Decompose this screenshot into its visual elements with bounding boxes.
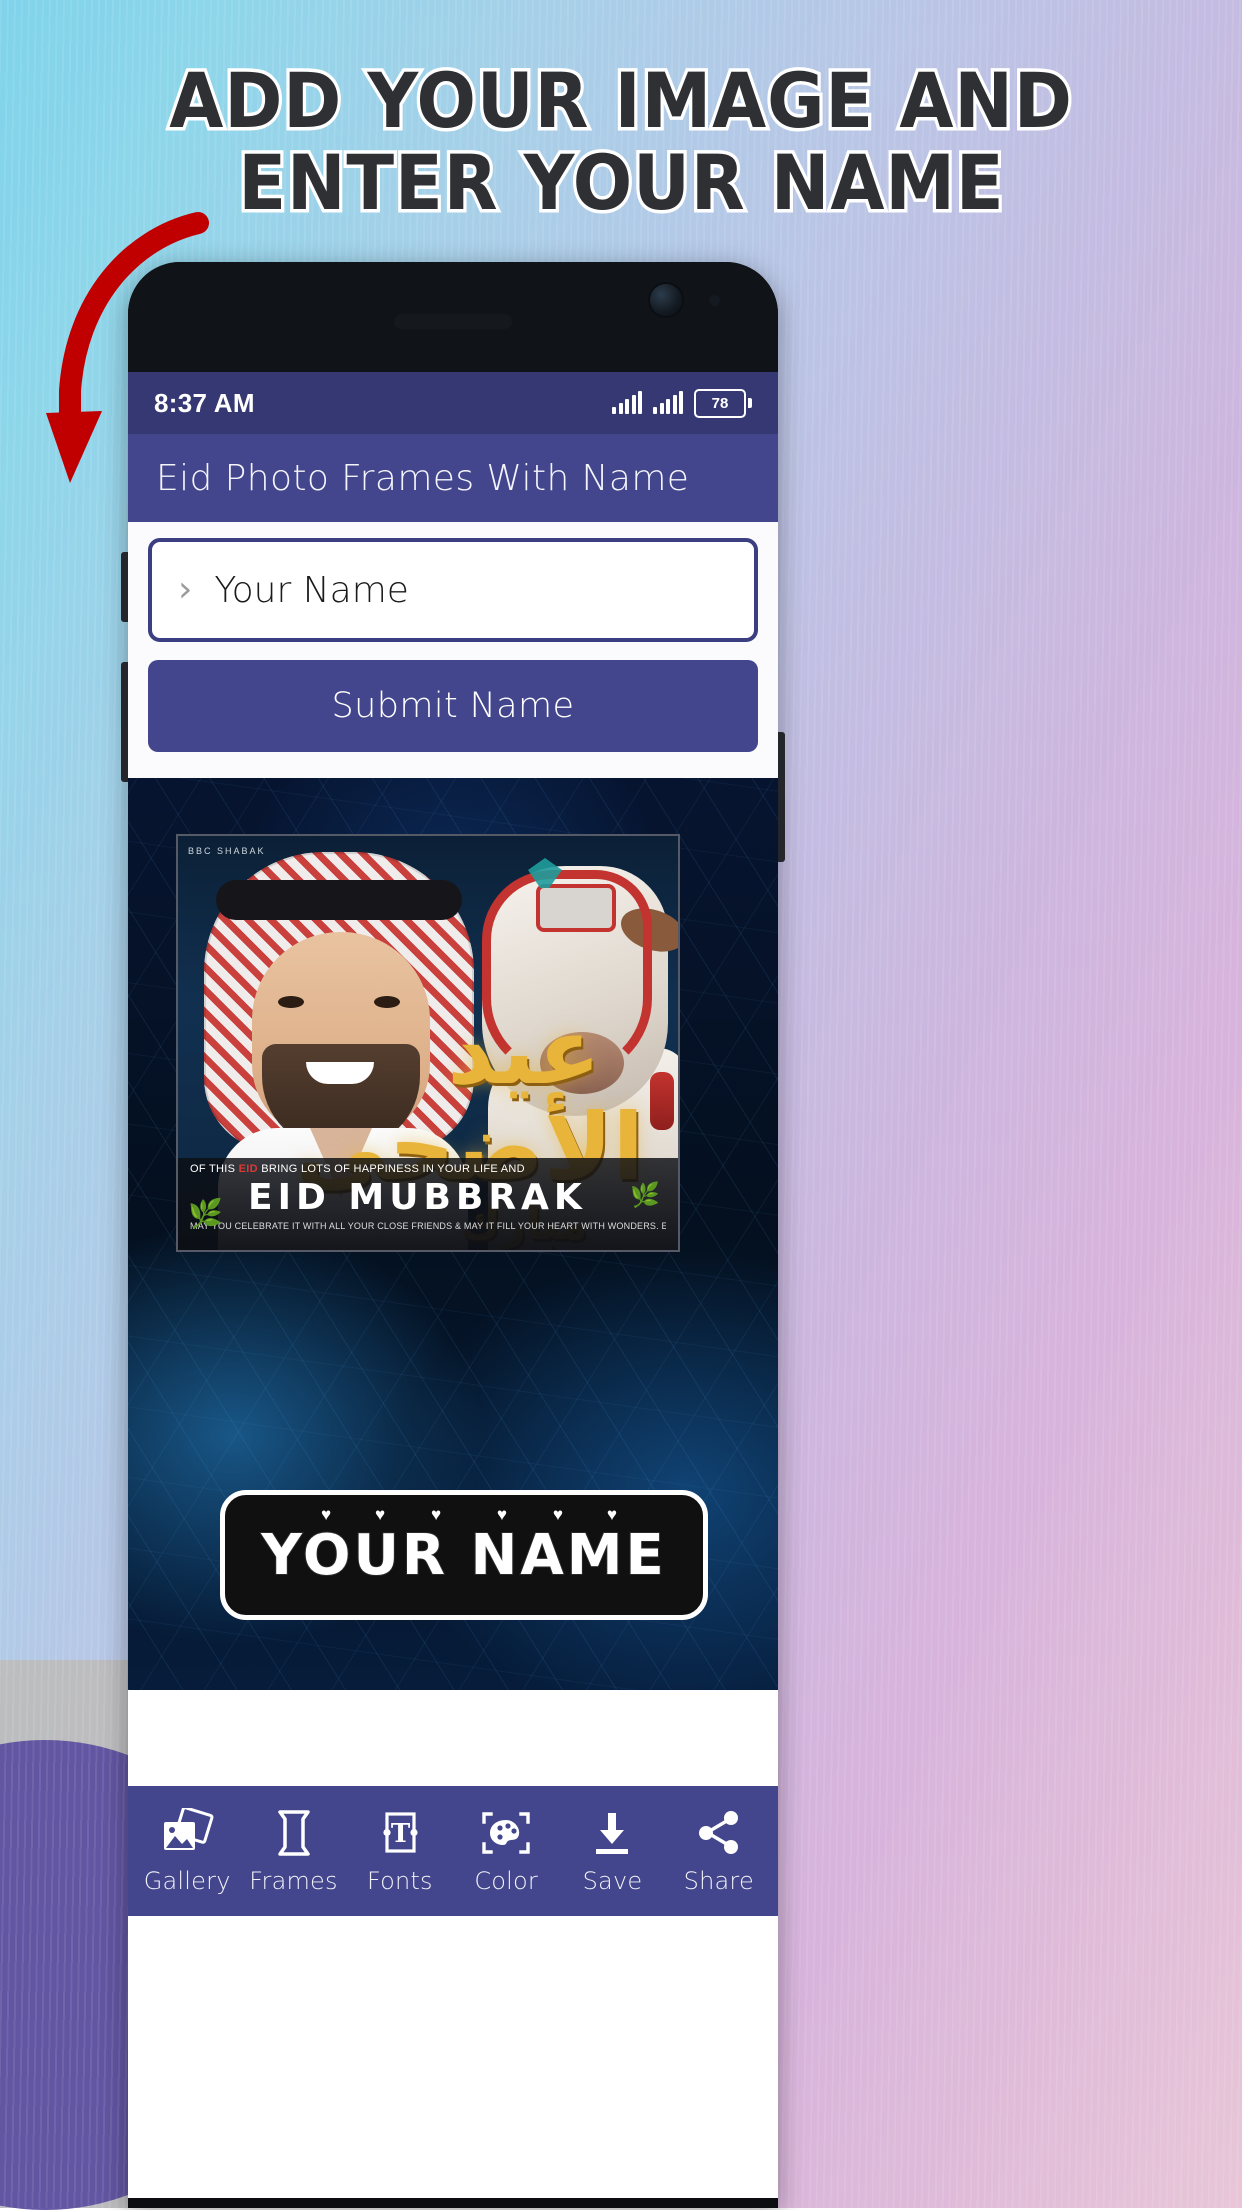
front-camera-icon	[650, 284, 682, 316]
battery-nub	[748, 398, 752, 408]
eid-banner-main-text: EID MUBBRAK	[248, 1177, 587, 1218]
eid-banner-top-line: OF THIS EID BRING LOTS OF HAPPINESS IN Y…	[190, 1163, 666, 1175]
wheat-icon-right: 🌿	[630, 1182, 660, 1209]
frame-photo: BBC SHABAK عيد الأضحى مبارك 🌿 🌿 OF THIS …	[178, 836, 678, 1250]
heart-icon: ♥	[375, 1505, 386, 1524]
toolbar-label-gallery: Gallery	[143, 1866, 231, 1895]
phone-screen: 8:37 AM 78 Eid Photo Frames With Name › …	[128, 372, 778, 2208]
toolbar-label-save: Save	[582, 1866, 643, 1895]
toolbar-label-fonts: Fonts	[366, 1866, 433, 1895]
battery-level-label: 78	[694, 388, 746, 418]
frame-watermark-logo: BBC SHABAK	[188, 846, 266, 856]
eid-top-suffix: BRING LOTS OF HAPPINESS IN YOUR LIFE AND	[257, 1163, 525, 1175]
promo-headline-line2-text: ENTER YOUR NAME	[235, 136, 1007, 229]
heart-icon: ♥	[552, 1505, 563, 1524]
palette-icon	[478, 1808, 534, 1858]
man-eye-right	[374, 996, 400, 1008]
name-plate-text: YOUR NAME	[260, 1522, 667, 1589]
download-icon	[584, 1808, 640, 1858]
man-eye-left	[278, 996, 304, 1008]
phone-brand-pill	[394, 314, 512, 329]
eid-banner-sub-text: MAY YOU CELEBRATE IT WITH ALL YOUR CLOSE…	[190, 1221, 666, 1231]
signal-bars-icon-2	[653, 391, 683, 414]
heart-icon: ♥	[431, 1505, 442, 1524]
name-input-field[interactable]: ›	[148, 538, 758, 642]
curved-arrow-icon	[46, 212, 209, 483]
home-indicator	[128, 2198, 778, 2208]
chevron-right-icon: ›	[178, 569, 193, 610]
signal-bars-icon	[612, 391, 642, 414]
eid-top-highlight: EID	[238, 1163, 258, 1175]
cow-tassel	[650, 1072, 674, 1130]
phone-button-power	[777, 732, 785, 862]
photo-frame-card[interactable]: BBC SHABAK عيد الأضحى مبارك 🌿 🌿 OF THIS …	[176, 834, 680, 1252]
toolbar-label-share: Share	[683, 1866, 754, 1895]
proximity-sensor-icon	[709, 295, 720, 306]
heart-icon: ♥	[496, 1505, 507, 1524]
share-nodes-icon	[691, 1808, 747, 1858]
man-agal	[216, 880, 462, 920]
toolbar-item-gallery[interactable]: Gallery	[134, 1805, 240, 1895]
toolbar-label-color: Color	[474, 1866, 538, 1895]
toolbar-item-save[interactable]: Save	[559, 1808, 665, 1895]
svg-text:T: T	[391, 1819, 411, 1849]
app-title: Eid Photo Frames With Name	[156, 457, 690, 499]
toolbar-item-fonts[interactable]: T Fonts	[347, 1808, 453, 1895]
toolbar-item-frames[interactable]: Frames	[240, 1808, 346, 1895]
cow-forehead-ornament	[536, 884, 616, 932]
frame-icon	[265, 1808, 321, 1858]
promo-headline-line1: ADD YOUR IMAGE AND	[0, 54, 1242, 147]
battery-icon: 78	[694, 388, 752, 418]
bottom-toolbar: Gallery Frames T Fonts Color Save Share	[128, 1786, 778, 1916]
eid-greeting-banner: 🌿 🌿 OF THIS EID BRING LOTS OF HAPPINESS …	[178, 1158, 678, 1250]
heart-icon: ♥	[321, 1505, 332, 1524]
status-icons: 78	[612, 388, 752, 418]
toolbar-item-share[interactable]: Share	[666, 1808, 772, 1895]
toolbar-label-frames: Frames	[249, 1866, 338, 1895]
promo-headline-line1-text: ADD YOUR IMAGE AND	[166, 54, 1075, 147]
wheat-icon-left: 🌿	[188, 1198, 223, 1229]
text-t-icon: T	[372, 1808, 428, 1858]
gallery-icon	[159, 1805, 215, 1858]
arabic-calligraphy: عيد الأضحى مبارك	[296, 1004, 644, 1250]
toolbar-item-color[interactable]: Color	[453, 1808, 559, 1895]
submit-name-button[interactable]: Submit Name	[148, 660, 758, 752]
editor-canvas[interactable]: BBC SHABAK عيد الأضحى مبارك 🌿 🌿 OF THIS …	[128, 778, 778, 1690]
canvas-bottom-spacer	[128, 1690, 778, 1786]
name-form: › Submit Name	[128, 522, 778, 778]
name-plate[interactable]: ♥ ♥ ♥ ♥ ♥ ♥ YOUR NAME	[220, 1490, 708, 1620]
name-input[interactable]	[212, 568, 728, 612]
heart-icon: ♥	[606, 1505, 617, 1524]
phone-mockup: 8:37 AM 78 Eid Photo Frames With Name › …	[121, 262, 785, 2208]
eid-top-prefix: OF THIS	[190, 1163, 239, 1175]
